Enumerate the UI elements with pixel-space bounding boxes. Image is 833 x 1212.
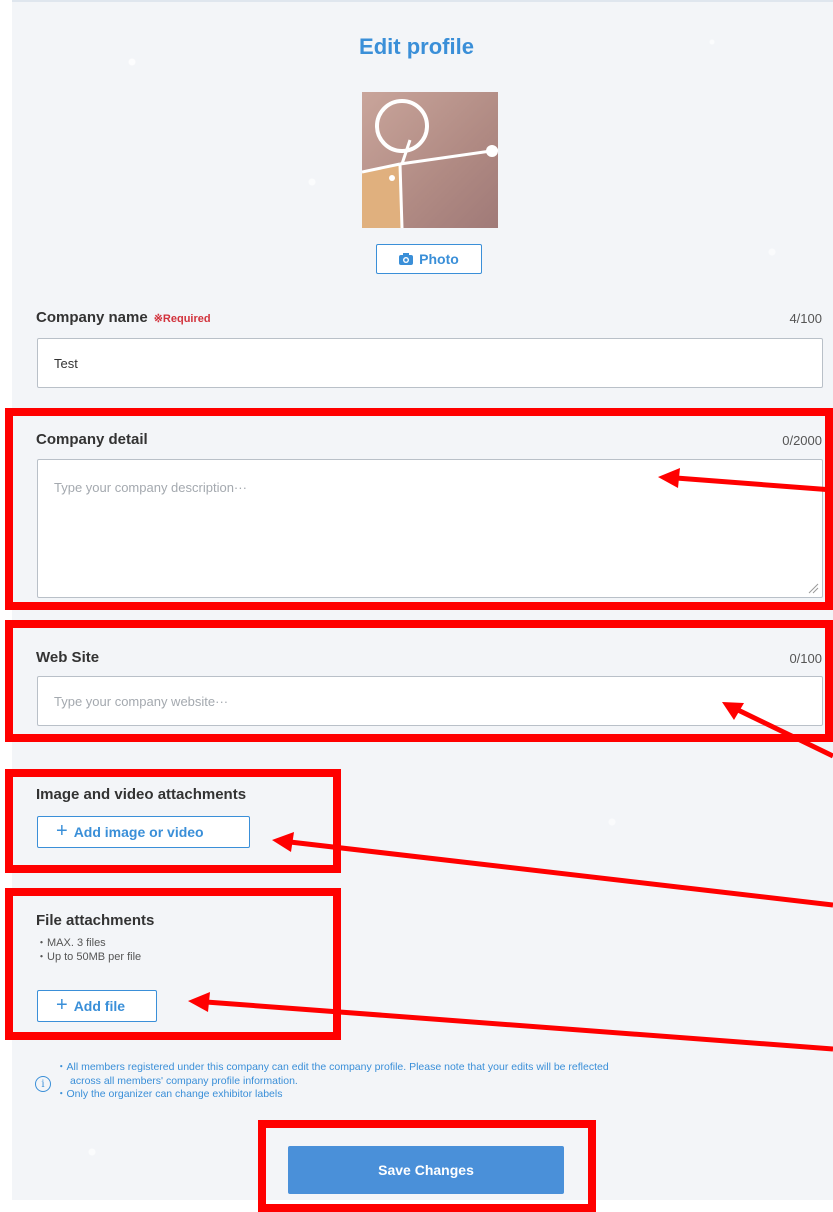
arrow-media <box>289 839 833 908</box>
arrow-files <box>205 999 833 1052</box>
arrow-company-detail <box>675 475 833 493</box>
annotation-arrows <box>188 468 833 1052</box>
arrow-website <box>736 707 833 759</box>
